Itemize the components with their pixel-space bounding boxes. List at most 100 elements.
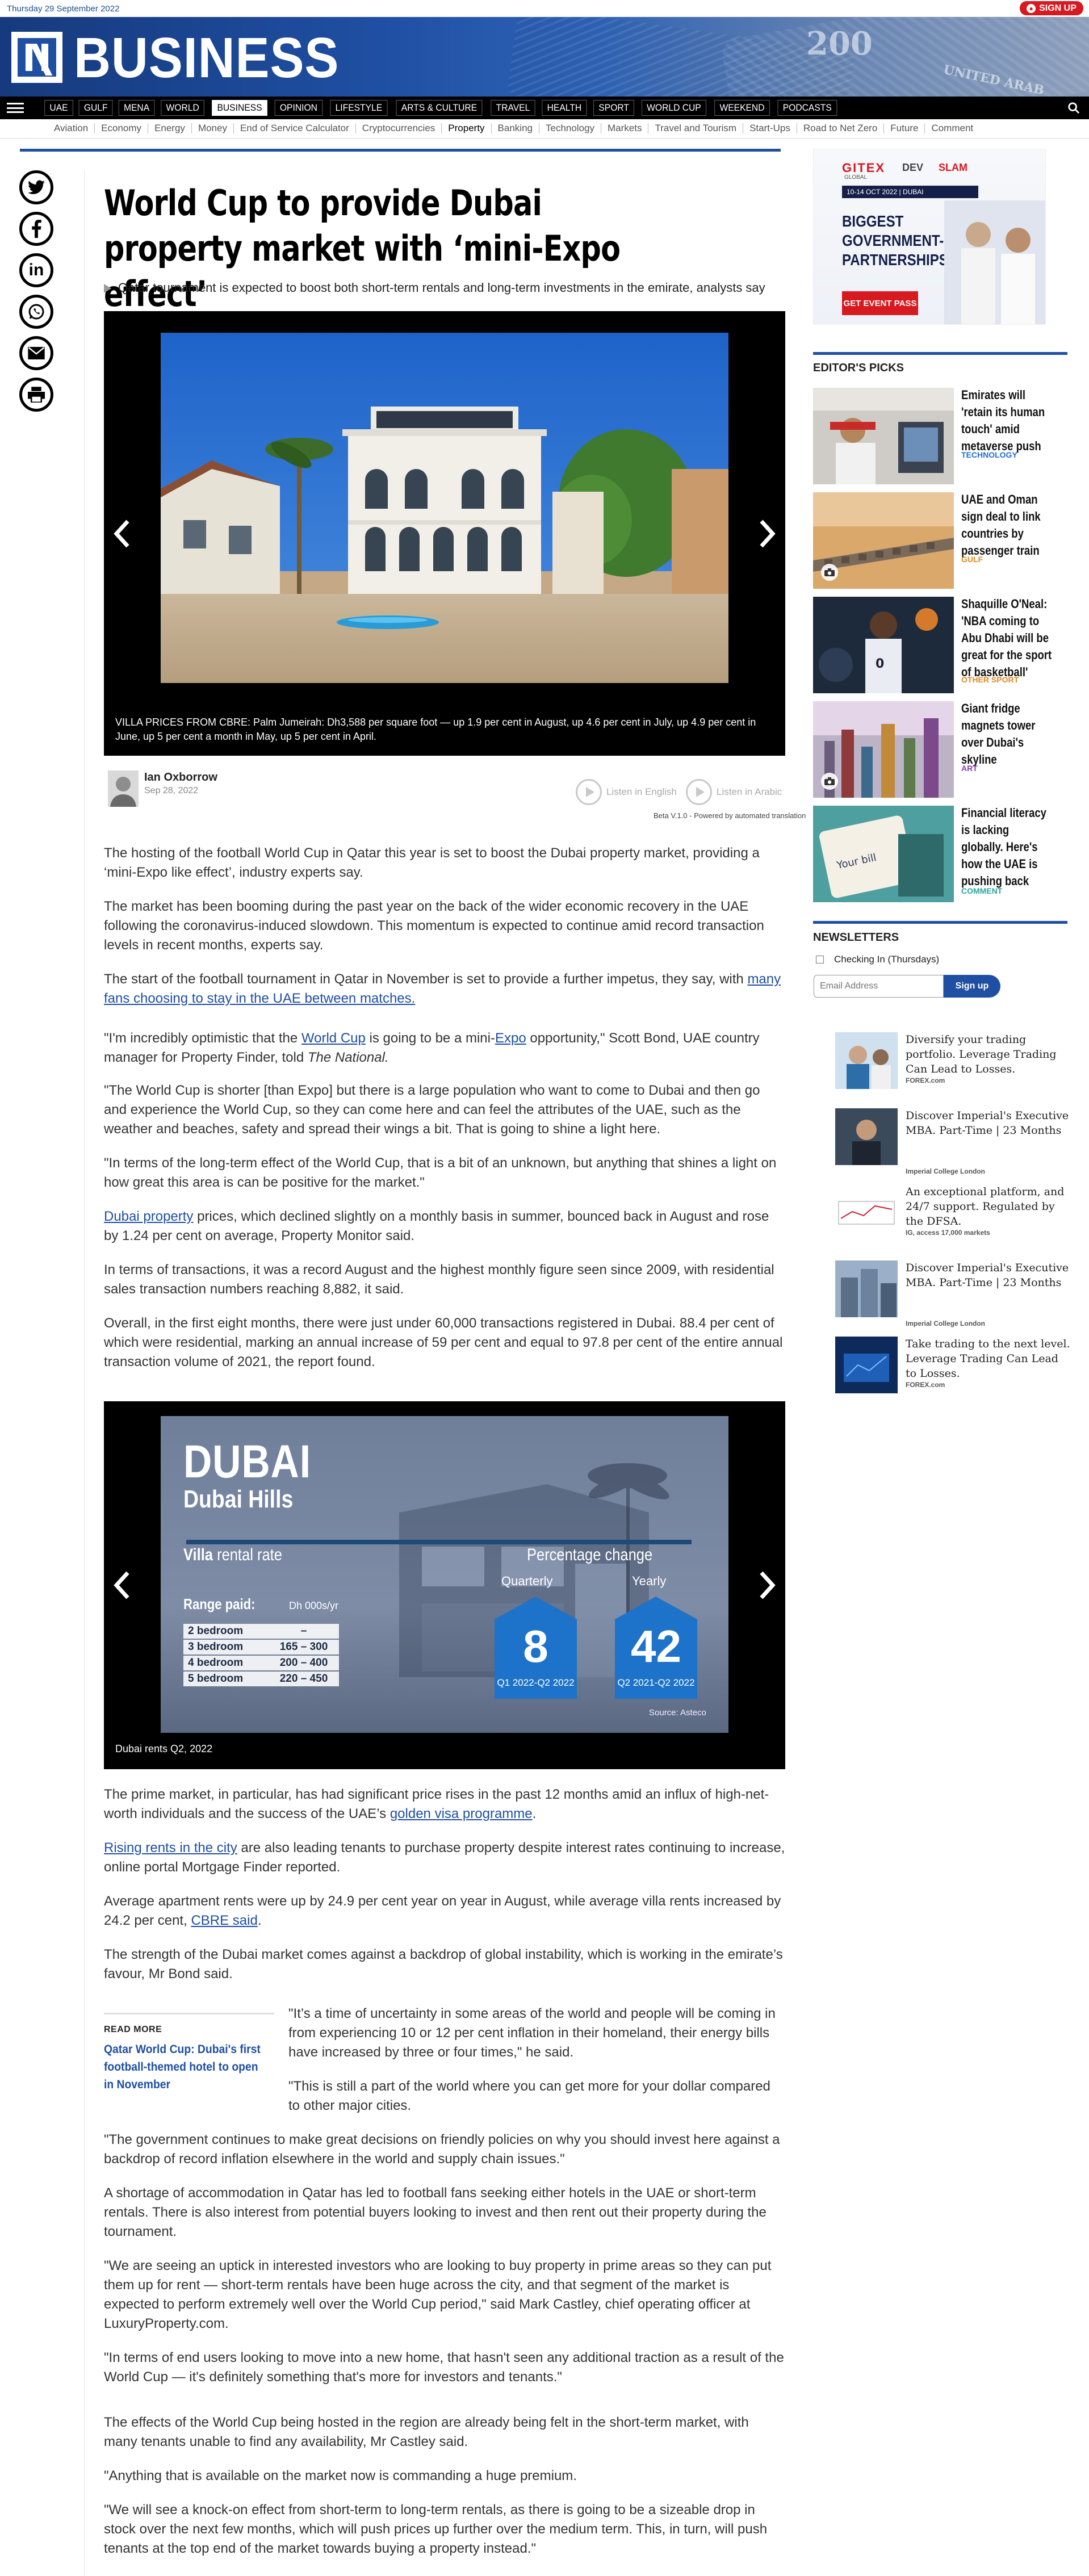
gallery-next-arrow-icon[interactable] [756, 1568, 778, 1602]
sponsored-item[interactable]: Discover Imperial's Executive MBA. Part-… [835, 1108, 1074, 1175]
sponsored-title[interactable]: Take trading to the next level. Leverage… [906, 1337, 1070, 1381]
editors-pick-title[interactable]: Emirates will 'retain its human touch' a… [961, 387, 1052, 455]
nav-item-lifestyle[interactable]: LIFESTYLE [329, 100, 387, 116]
editors-pick-title[interactable]: UAE and Oman sign deal to link countries… [961, 491, 1052, 559]
subnav-item-cryptocurrencies[interactable]: Cryptocurrencies [356, 123, 442, 133]
sponsored-thumbnail[interactable] [835, 1184, 898, 1241]
editors-pick-category[interactable]: OTHER SPORT [961, 675, 1019, 684]
subnav-item-road-to-net-zero[interactable]: Road to Net Zero [797, 123, 885, 133]
nav-item-mena[interactable]: MENA [119, 100, 155, 116]
rising-rents-link[interactable]: Rising rents in the city [104, 1840, 237, 1855]
editors-pick-thumbnail[interactable] [813, 492, 954, 589]
author-avatar[interactable] [108, 770, 139, 807]
nav-item-health[interactable]: HEALTH [542, 100, 587, 116]
sponsored-thumbnail[interactable] [835, 1032, 898, 1089]
listen-english-button[interactable]: Listen in English [576, 778, 677, 806]
editors-pick-item[interactable]: UAE and Oman sign deal to link countries… [813, 492, 1067, 589]
editors-pick-title[interactable]: Financial literacy is lacking globally. … [961, 805, 1052, 890]
facebook-icon[interactable] [19, 212, 53, 246]
cbre-link[interactable]: CBRE said [191, 1913, 257, 1928]
sponsored-thumbnail[interactable] [835, 1337, 898, 1393]
print-icon[interactable] [19, 378, 53, 412]
editors-pick-item[interactable]: Giant fridge magnets tower over Dubai's … [813, 701, 1067, 798]
section-title[interactable]: BUSINESS [74, 30, 339, 86]
whatsapp-icon[interactable] [19, 295, 53, 329]
nav-item-world-cup[interactable]: WORLD CUP [642, 100, 707, 116]
editors-pick-item[interactable]: 0 Shaquille O'Neal: 'NBA coming to Abu Dh… [813, 597, 1067, 693]
newsletter-email-input[interactable] [814, 975, 944, 998]
email-icon[interactable] [19, 336, 53, 370]
world-cup-link[interactable]: World Cup [301, 1031, 366, 1046]
editors-pick-item[interactable]: Emirates will 'retain its human touch' a… [813, 388, 1067, 484]
subnav-item-property[interactable]: Property [442, 123, 492, 133]
subnav-item-markets[interactable]: Markets [601, 123, 649, 133]
nav-item-world[interactable]: WORLD [161, 100, 205, 116]
subnav-item-end-of-service-calculator[interactable]: End of Service Calculator [234, 123, 356, 133]
editors-pick-thumbnail[interactable] [813, 388, 954, 484]
subnav-item-banking[interactable]: Banking [492, 123, 539, 133]
menu-icon[interactable] [7, 103, 24, 113]
subnav-item-technology[interactable]: Technology [539, 123, 601, 133]
editors-pick-category[interactable]: ART [961, 764, 978, 773]
sponsored-thumbnail[interactable] [835, 1108, 898, 1165]
nav-item-podcasts[interactable]: PODCASTS [777, 100, 837, 116]
editors-pick-thumbnail[interactable]: 0 [813, 597, 954, 693]
editors-pick-item[interactable]: Your bill Financial literacy is lacking g… [813, 806, 1067, 902]
newsletter-checkbox[interactable] [816, 956, 824, 964]
gallery-next-arrow-icon[interactable] [756, 517, 778, 551]
author-name[interactable]: Ian Oxborrow [144, 771, 217, 784]
triangle-icon [104, 284, 111, 294]
nav-item-travel[interactable]: TRAVEL [491, 100, 535, 116]
sponsored-item[interactable]: An exceptional platform, and 24/7 suppor… [835, 1184, 1074, 1247]
editors-pick-category[interactable]: COMMENT [961, 886, 1002, 895]
sponsored-item[interactable]: Diversify your trading portfolio. Levera… [835, 1032, 1074, 1095]
subnav-item-start-ups[interactable]: Start-Ups [743, 123, 797, 133]
editors-pick-title[interactable]: Shaquille O'Neal: 'NBA coming to Abu Dha… [961, 596, 1052, 681]
gallery-prev-arrow-icon[interactable] [111, 1568, 133, 1602]
editors-pick-thumbnail[interactable] [813, 701, 954, 798]
linkedin-icon[interactable]: in [19, 253, 53, 287]
subnav-item-comment[interactable]: Comment [925, 123, 979, 133]
subnav-item-economy[interactable]: Economy [95, 123, 149, 133]
sponsored-item[interactable]: Take trading to the next level. Leverage… [835, 1337, 1074, 1399]
expo-link[interactable]: Expo [495, 1031, 526, 1046]
nav-item-sport[interactable]: SPORT [593, 100, 634, 116]
sponsored-title[interactable]: Diversify your trading portfolio. Levera… [906, 1032, 1070, 1077]
editors-pick-title[interactable]: Giant fridge magnets tower over Dubai's … [961, 700, 1052, 768]
rent-range-table: 2 bedroom – 3 bedroom 165 – 300 4 bedroom 200… [183, 1624, 339, 1687]
villa-label: Villa [183, 1545, 213, 1564]
nav-item-arts-culture[interactable]: ARTS & CULTURE [396, 100, 483, 116]
nav-item-uae[interactable]: UAE [44, 100, 73, 116]
nav-item-opinion[interactable]: OPINION [274, 100, 322, 116]
editors-pick-category[interactable]: TECHNOLOGY [961, 450, 1017, 459]
gallery-prev-arrow-icon[interactable] [111, 517, 133, 551]
golden-visa-link[interactable]: golden visa programme [390, 1806, 533, 1821]
unit-label: Dh 000s/yr [289, 1600, 339, 1611]
subnav-item-energy[interactable]: Energy [148, 123, 192, 133]
editors-pick-category[interactable]: GULF [961, 555, 983, 564]
the-national-logo[interactable] [11, 32, 62, 83]
sponsored-thumbnail[interactable] [835, 1260, 898, 1317]
read-more-link[interactable]: Qatar World Cup: Dubai's first football-… [104, 2041, 261, 2093]
subnav-item-money[interactable]: Money [192, 123, 234, 133]
sponsored-title[interactable]: Discover Imperial's Executive MBA. Part-… [906, 1260, 1070, 1290]
subnav-item-aviation[interactable]: Aviation [48, 123, 95, 133]
gitex-advert[interactable]: GITEX GLOBAL DEV SLAM 10-14 OCT 2022 | D… [813, 149, 1046, 325]
signup-button[interactable]: ● SIGN UP [1020, 1, 1083, 15]
ad-cta-button[interactable]: GET EVENT PASS [842, 291, 918, 315]
editors-pick-thumbnail[interactable]: Your bill [813, 806, 954, 902]
article-paragraph: "Anything that is available on the marke… [104, 2468, 577, 2483]
listen-arabic-button[interactable]: Listen in Arabic [686, 778, 782, 806]
sponsored-title[interactable]: An exceptional platform, and 24/7 suppor… [906, 1184, 1070, 1229]
sponsored-title[interactable]: Discover Imperial's Executive MBA. Part-… [906, 1108, 1070, 1138]
newsletter-signup-button[interactable]: Sign up [944, 975, 1000, 998]
dubai-property-link[interactable]: Dubai property [104, 1209, 193, 1224]
nav-item-weekend[interactable]: WEEKEND [714, 100, 770, 116]
nav-item-business[interactable]: BUSINESS [211, 100, 267, 116]
subnav-item-future[interactable]: Future [884, 123, 925, 133]
subnav-item-travel-and-tourism[interactable]: Travel and Tourism [648, 123, 744, 133]
nav-item-gulf[interactable]: GULF [78, 100, 113, 116]
twitter-icon[interactable] [19, 170, 53, 204]
search-icon[interactable] [1067, 102, 1080, 114]
sponsored-item[interactable]: Discover Imperial's Executive MBA. Part-… [835, 1260, 1074, 1327]
